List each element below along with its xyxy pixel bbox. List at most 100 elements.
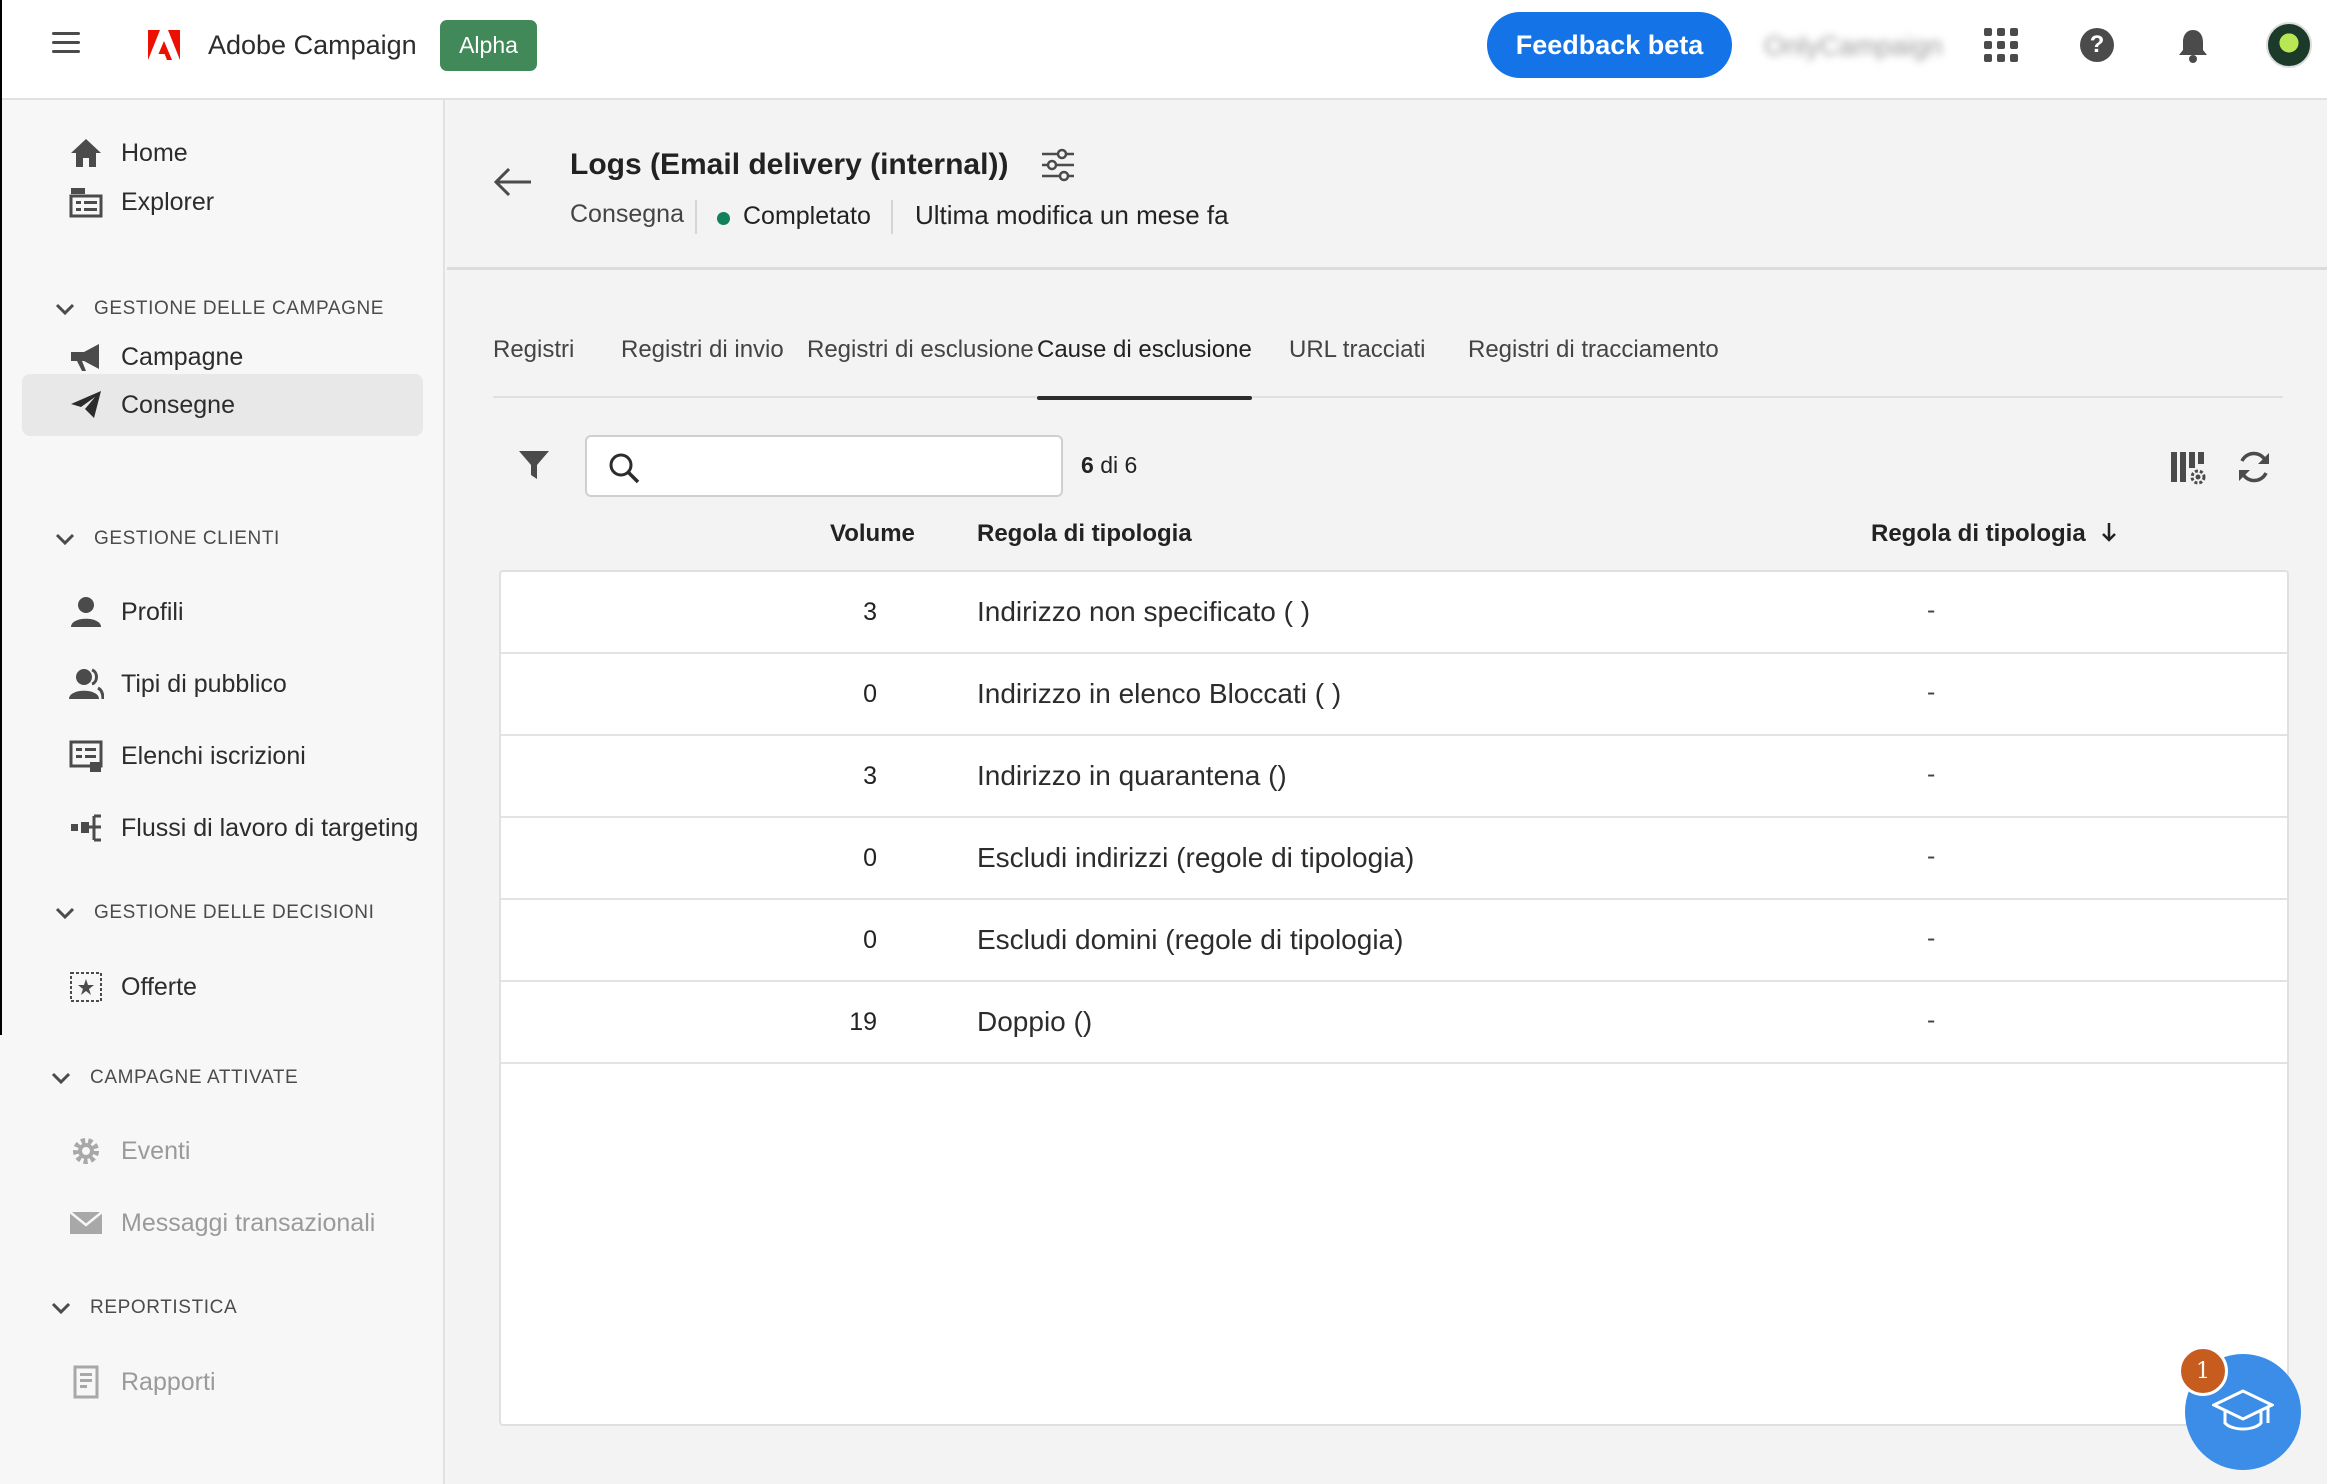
avatar[interactable] [2266, 22, 2312, 68]
column-header-reason[interactable]: Regola di tipologia [977, 520, 1192, 548]
arrow-down-icon [2102, 523, 2117, 542]
table-row[interactable]: 0 Indirizzo in elenco Bloccati ( ) - [501, 654, 2287, 736]
mail-icon [69, 1211, 103, 1234]
cell-volume: 3 [863, 762, 877, 790]
exclusion-table: 3 Indirizzo non specificato ( ) - 0 Indi… [499, 570, 2289, 1426]
table-row[interactable]: 0 Escludi indirizzi (regole di tipologia… [501, 818, 2287, 900]
section-title: CAMPAGNE ATTIVATE [90, 1067, 299, 1088]
cell-reason: Escludi domini (regole di tipologia) [977, 924, 1404, 955]
status-label: Completato [743, 202, 871, 230]
sidebar-item-label: Eventi [121, 1136, 191, 1165]
search-input[interactable] [653, 445, 1053, 489]
sidebar-item-rapporti[interactable]: Rapporti [22, 1351, 423, 1413]
sidebar-item-eventi[interactable]: Eventi [22, 1120, 423, 1182]
user-icon [71, 597, 101, 627]
graduation-cap-icon [2212, 1389, 2274, 1431]
cell-volume: 19 [849, 1008, 877, 1036]
app-name: Adobe Campaign [208, 30, 417, 60]
section-title: GESTIONE DELLE DECISIONI [94, 902, 375, 923]
tab-registri-di-esclusione[interactable]: Registri di esclusione [807, 336, 1034, 396]
column-settings-icon[interactable] [2169, 448, 2207, 486]
sidebar-item-label: Elenchi iscrizioni [121, 741, 306, 770]
sidebar-item-flussi-di-lavoro[interactable]: Flussi di lavoro di targeting [22, 797, 423, 859]
section-campagne-attivate[interactable]: CAMPAGNE ATTIVATE [50, 1063, 298, 1093]
table-row[interactable]: 19 Doppio () - [501, 982, 2287, 1064]
column-header-rule[interactable]: Regola di tipologia [1871, 520, 2118, 548]
top-bar: Adobe Campaign Alpha Feedback beta OnlyC… [0, 0, 2327, 100]
section-title: REPORTISTICA [90, 1297, 238, 1318]
sidebar-item-profili[interactable]: Profili [22, 581, 423, 643]
tab-cause-di-esclusione[interactable]: Cause di esclusione [1037, 336, 1252, 400]
sidebar-item-label: Consegne [121, 390, 235, 419]
sidebar-item-label: Rapporti [121, 1367, 216, 1396]
section-reportistica[interactable]: REPORTISTICA [50, 1293, 237, 1323]
cell-rule: - [1927, 924, 1936, 952]
sidebar-item-label: Profili [121, 597, 184, 626]
sidebar-item-label: Home [121, 138, 188, 167]
gear-icon [73, 1138, 99, 1164]
cell-rule: - [1927, 678, 1936, 706]
table-row[interactable]: 0 Escludi domini (regole di tipologia) - [501, 900, 2287, 982]
page-title: Logs (Email delivery (internal)) [570, 148, 1009, 181]
window-edge [0, 0, 2, 100]
feedback-beta-button[interactable]: Feedback beta [1487, 12, 1732, 78]
report-icon [73, 1365, 99, 1399]
chevron-down-icon [55, 303, 75, 316]
tab-bar: Registri Registri di invio Registri di e… [493, 332, 2283, 400]
cell-rule: - [1927, 760, 1936, 788]
sidebar-item-explorer[interactable]: Explorer [22, 171, 423, 233]
window-edge [0, 100, 2, 1035]
cell-reason: Indirizzo in quarantena () [977, 760, 1287, 791]
section-title: GESTIONE DELLE CAMPAGNE [94, 298, 385, 319]
cell-rule: - [1927, 1006, 1936, 1034]
sidebar-item-label: Flussi di lavoro di targeting [121, 813, 419, 842]
offer-icon [70, 972, 102, 1002]
chevron-down-icon [55, 907, 75, 920]
chevron-down-icon [55, 533, 75, 546]
filter-icon[interactable] [517, 448, 551, 482]
list-icon [69, 740, 103, 772]
table-row[interactable]: 3 Indirizzo non specificato ( ) - [501, 572, 2287, 654]
megaphone-icon [71, 344, 99, 371]
page-header: Logs (Email delivery (internal)) Consegn… [447, 100, 2327, 270]
tab-url-tracciati[interactable]: URL tracciati [1289, 336, 1425, 396]
bell-icon[interactable] [2176, 28, 2210, 64]
section-title: GESTIONE CLIENTI [94, 528, 280, 549]
back-arrow-icon[interactable] [493, 164, 533, 200]
adobe-logo [148, 30, 180, 60]
sidebar-item-offerte[interactable]: Offerte [22, 956, 423, 1018]
column-header-volume[interactable]: Volume [830, 520, 915, 548]
home-icon [71, 139, 101, 167]
cell-volume: 0 [863, 926, 877, 954]
tab-registri[interactable]: Registri [493, 336, 574, 396]
divider [695, 200, 697, 234]
cell-rule: - [1927, 842, 1936, 870]
sidebar-item-messaggi-transazionali[interactable]: Messaggi transazionali [22, 1192, 423, 1254]
table-row[interactable]: 3 Indirizzo in quarantena () - [501, 736, 2287, 818]
tab-registri-di-invio[interactable]: Registri di invio [621, 336, 784, 396]
section-gestione-clienti[interactable]: GESTIONE CLIENTI [54, 524, 280, 554]
count-total: 6 [1124, 452, 1138, 478]
main-content: Logs (Email delivery (internal)) Consegn… [447, 100, 2327, 1484]
sidebar-item-elenchi-iscrizioni[interactable]: Elenchi iscrizioni [22, 725, 423, 787]
sidebar-item-tipi-di-pubblico[interactable]: Tipi di pubblico [22, 653, 423, 715]
cell-rule: - [1927, 596, 1936, 624]
sidebar-item-label: Tipi di pubblico [121, 669, 287, 698]
settings-sliders-icon[interactable] [1040, 147, 1076, 183]
notification-badge: 1 [2178, 1346, 2228, 1396]
section-gestione-campagne[interactable]: GESTIONE DELLE CAMPAGNE [54, 294, 384, 324]
send-icon [71, 391, 101, 418]
menu-icon[interactable] [52, 32, 80, 56]
sidebar-item-consegne[interactable]: Consegne [22, 374, 423, 436]
help-icon[interactable]: ? [2080, 28, 2114, 62]
section-gestione-decisioni[interactable]: GESTIONE DELLE DECISIONI [54, 898, 374, 928]
org-switcher[interactable]: OnlyCampaign [1764, 31, 1943, 62]
cell-reason: Indirizzo non specificato ( ) [977, 596, 1311, 627]
refresh-icon[interactable] [2235, 448, 2273, 486]
cell-reason: Indirizzo in elenco Bloccati ( ) [977, 678, 1342, 709]
apps-icon[interactable] [1984, 28, 2018, 62]
search-field[interactable] [585, 435, 1063, 497]
tab-registri-di-tracciamento[interactable]: Registri di tracciamento [1468, 336, 1719, 396]
result-count: 6 di 6 [1081, 452, 1137, 479]
chevron-down-icon [51, 1302, 71, 1315]
